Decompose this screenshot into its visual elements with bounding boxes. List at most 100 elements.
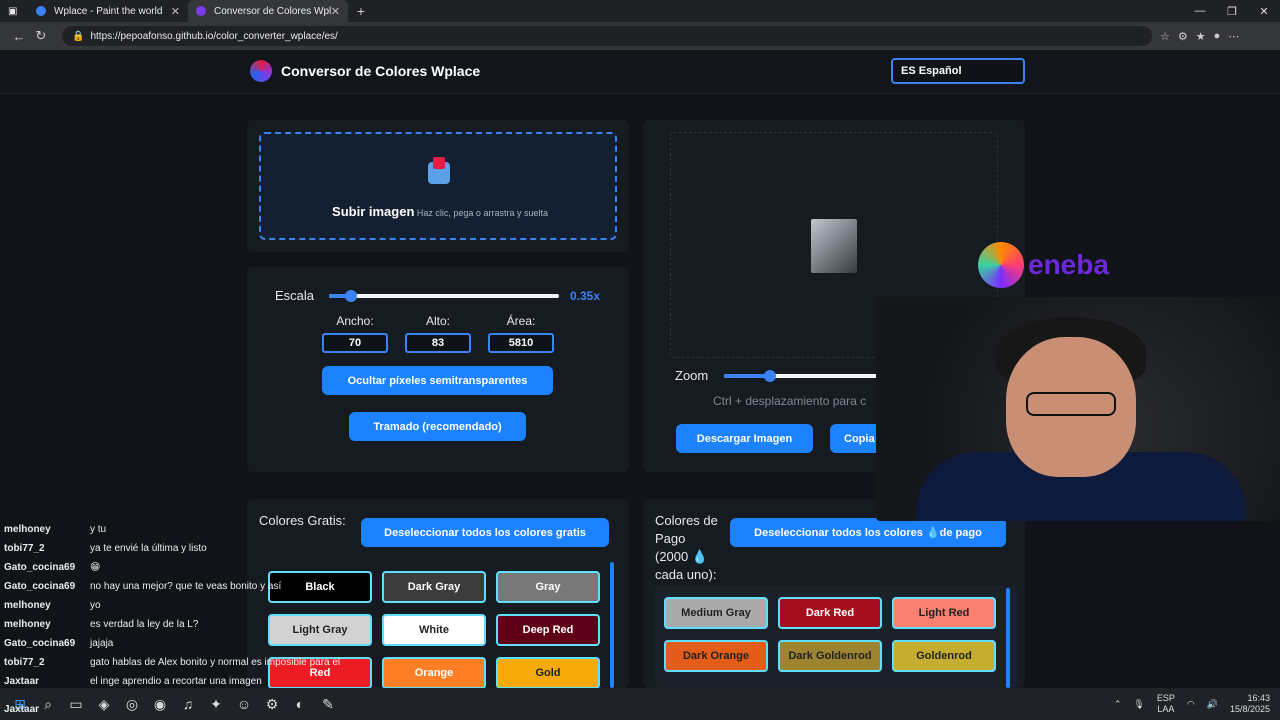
volume-icon[interactable]: 🔊 [1207,699,1218,710]
chat-message: Gato_cocina69 jajaja [4,638,113,649]
minimize-icon[interactable]: — [1184,0,1216,22]
store-icon[interactable]: ◈ [90,690,118,718]
chat-message: Gato_cocina69 😁 [4,562,100,573]
system-tray: ⌃ 🎙 ESP LAA ◠ 🔊 16:43 15/8/2025 [1114,688,1270,720]
menu-icon[interactable]: ⋯ [1228,30,1239,43]
upload-subtitle: Haz clic, pega o arrastra y suelta [416,208,548,218]
extensions-icon[interactable]: ⚙ [1178,30,1188,43]
taskbar: ⊞ ⌕ ▭ ◈ ◎ ◉ ♫ ✦ ☺ ⚙ ◐ ✎ ⌃ 🎙 ESP LAA ◠ 🔊 … [0,688,1280,720]
scale-slider-thumb[interactable] [345,290,358,302]
chat-username: melhoney [4,600,51,611]
chat-message: melhoney y tu [4,524,106,535]
scale-label: Escala [275,288,315,303]
clock-time: 16:43 [1247,693,1270,703]
site-favicon-icon [196,6,206,16]
chat-username: tobi77_2 [4,657,45,668]
eneba-logo-icon [978,242,1024,288]
site-logo-icon [250,60,272,82]
site-header: Conversor de Colores Wplace ES Español [0,50,1280,94]
page: Conversor de Colores Wplace ES Español S… [0,50,1280,688]
paid-colors-scrollbar[interactable] [1006,588,1010,688]
chevron-up-icon[interactable]: ⌃ [1114,699,1122,710]
deselect-free-colors-button[interactable]: Deseleccionar todos los colores gratis [361,518,609,547]
dither-button[interactable]: Tramado (recomendado) [349,412,526,441]
free-color-chip[interactable]: White [382,614,486,646]
paid-color-chip[interactable]: Dark Goldenrod [778,640,882,672]
free-color-chip[interactable]: Orange [382,657,486,688]
close-icon[interactable]: ✕ [331,5,340,18]
clock[interactable]: 16:43 15/8/2025 [1230,693,1270,715]
language-select[interactable]: ES Español [891,58,1025,84]
close-window-icon[interactable]: ✕ [1248,0,1280,22]
paid-color-chip[interactable]: Light Red [892,597,996,629]
download-button[interactable]: Descargar Imagen [676,424,813,453]
paint-app-icon[interactable]: ✎ [314,690,342,718]
free-color-chip[interactable]: Black [268,571,372,603]
paid-colors-title-line: (2000 💧 [655,549,709,564]
clock-date: 15/8/2025 [1229,704,1270,714]
whatsapp-icon[interactable]: ◎ [118,690,146,718]
paid-color-chip[interactable]: Goldenrod [892,640,996,672]
webcam-glasses [1026,392,1116,416]
paid-colors-title-line: cada uno): [655,567,717,582]
page-title: Conversor de Colores Wplace [281,63,481,79]
free-color-chip[interactable]: Deep Red [496,614,600,646]
free-color-chip[interactable]: Gold [496,657,600,688]
upload-dropzone[interactable]: Subir imagen Haz clic, pega o arrastra y… [259,132,617,240]
paid-color-chip[interactable]: Dark Red [778,597,882,629]
tab-actions-icon[interactable]: ▣ [0,0,28,22]
chat-message: Gato_cocina69 no hay una mejor? que te ve… [4,581,281,592]
new-tab-button[interactable]: + [348,0,374,22]
upload-text: Subir imagen Haz clic, pega o arrastra y… [261,204,619,219]
paid-color-chip[interactable]: Medium Gray [664,597,768,629]
folder-icon[interactable]: ▭ [62,690,90,718]
wifi-icon[interactable]: ◠ [1187,699,1195,710]
layout-code: LAA [1157,704,1175,714]
favorites-list-icon[interactable]: ★ [1196,30,1206,43]
back-icon[interactable]: ← [8,29,30,44]
input-language[interactable]: ESP LAA [1157,693,1175,715]
preview-image [811,219,857,273]
upload-icon [428,157,450,184]
chat-username: Jaxtaar [4,676,40,687]
url-field[interactable]: 🔒 https://pepoafonso.github.io/color_con… [62,26,1152,46]
tab-wplace[interactable]: Wplace - Paint the world ✕ [28,0,188,22]
app-icon[interactable]: ✦ [202,690,230,718]
mic-icon[interactable]: 🎙 [1133,699,1144,710]
edge-icon[interactable]: ◐ [286,690,314,718]
height-input[interactable]: 83 [405,333,471,353]
paid-colors-title: Colores de Pago (2000 💧 cada uno): [655,512,718,584]
scale-slider[interactable] [329,290,559,302]
tab-title: Wplace - Paint the world [54,5,163,17]
chat-username: Gato_cocina69 [4,638,76,649]
favorite-icon[interactable]: ☆ [1160,30,1170,43]
free-color-chip[interactable]: Gray [496,571,600,603]
deselect-paid-colors-button[interactable]: Deseleccionar todos los colores 💧de pago [730,518,1006,547]
zoom-slider-thumb[interactable] [764,370,776,382]
tab-converter[interactable]: Conversor de Colores Wplace ✕ [188,0,348,22]
spotify-icon[interactable]: ♫ [174,690,202,718]
refresh-icon[interactable]: ↻ [30,28,52,44]
webcam-overlay [876,297,1280,521]
chat-username: melhoney [4,524,51,535]
area-display: 5810 [488,333,554,353]
chat-text: ya te envié la última y listo [90,543,207,554]
chat-username: Gato_cocina69 [4,581,76,592]
discord-icon[interactable]: ☺ [230,690,258,718]
width-label: Ancho: [336,314,374,328]
chat-text: no hay una mejor? que te veas bonito y a… [90,581,282,592]
chat-message: melhoney es verdad la ley de la L? [4,619,198,630]
address-bar: ← ↻ 🔒 https://pepoafonso.github.io/color… [0,22,1280,50]
free-colors-scrollbar[interactable] [610,562,614,688]
width-input[interactable]: 70 [322,333,388,353]
maximize-icon[interactable]: ❐ [1216,0,1248,22]
profile-icon[interactable]: ● [1214,30,1221,43]
hide-semitransparent-button[interactable]: Ocultar píxeles semitransparentes [322,366,553,395]
zoom-slider[interactable] [724,370,884,382]
settings-icon[interactable]: ⚙ [258,690,286,718]
paid-color-chip[interactable]: Dark Orange [664,640,768,672]
close-icon[interactable]: ✕ [171,5,180,18]
free-color-chip[interactable]: Light Gray [268,614,372,646]
chrome-icon[interactable]: ◉ [146,690,174,718]
free-color-chip[interactable]: Dark Gray [382,571,486,603]
